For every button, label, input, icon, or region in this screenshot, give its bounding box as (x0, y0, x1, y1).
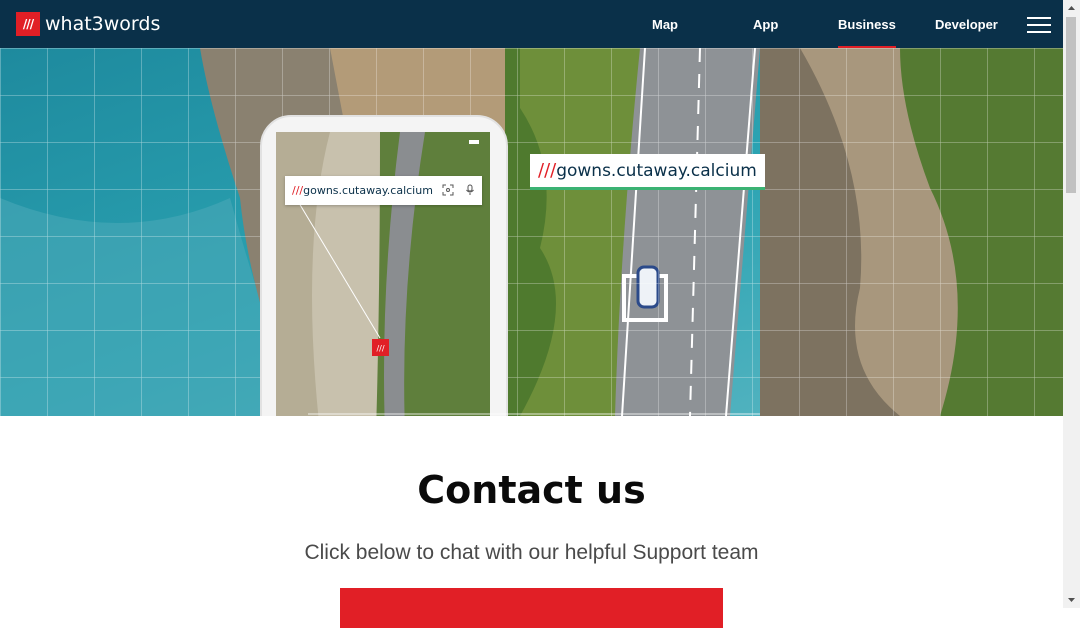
phone-address: gowns.cutaway.calcium (303, 184, 433, 197)
chat-button[interactable] (340, 588, 723, 628)
phone-search-bar[interactable]: /// gowns.cutaway.calcium (285, 176, 482, 205)
what3words-logo[interactable]: /// what3words (16, 12, 160, 36)
hero-aerial-illustration: /// (0, 48, 1063, 416)
microphone-icon[interactable] (464, 184, 476, 196)
logo-mark-icon: /// (16, 12, 40, 36)
contact-subtitle: Click below to chat with our helpful Sup… (304, 541, 759, 564)
vertical-scrollbar[interactable] (1063, 0, 1080, 608)
label-address: gowns.cutaway.calcium (556, 160, 757, 181)
nav-item-app[interactable]: App (753, 17, 778, 32)
hamburger-icon[interactable] (1027, 17, 1051, 33)
location-label: /// gowns.cutaway.calcium (530, 154, 765, 190)
nav-item-business[interactable]: Business (838, 17, 896, 49)
contact-title: Contact us (417, 468, 646, 512)
top-navigation-bar: /// what3words Map App Business Develope… (0, 0, 1063, 49)
nav-item-map[interactable]: Map (652, 17, 678, 32)
logo-text: what3words (45, 13, 161, 35)
label-slashes: /// (538, 160, 557, 181)
scan-icon[interactable] (442, 184, 454, 196)
scrollbar-thumb[interactable] (1066, 17, 1076, 193)
scroll-down-arrow-icon[interactable] (1063, 591, 1080, 608)
nav-item-developer[interactable]: Developer (935, 17, 998, 32)
scroll-up-arrow-icon[interactable] (1063, 0, 1080, 17)
phone-slashes: /// (292, 184, 304, 197)
hero-banner: /// /// gowns.cutaway.calcium /// gowns.… (0, 48, 1063, 416)
pin-mark: /// (376, 344, 384, 353)
